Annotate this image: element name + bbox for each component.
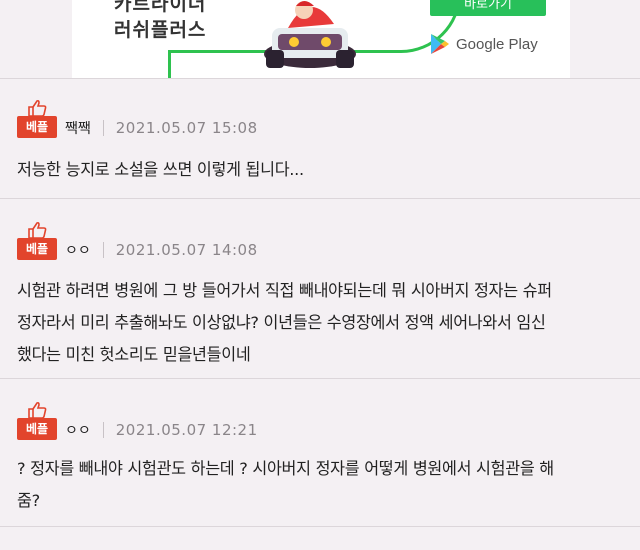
best-reply-label: 베플 (17, 116, 57, 138)
google-play-label: Google Play (456, 35, 538, 53)
comment-nickname[interactable]: 짹짹 (65, 118, 91, 138)
ad-banner-area: 카트라이더 러쉬플러스 바로가기 Google Play (0, 0, 640, 78)
comment-nickname[interactable]: ㅇㅇ (65, 420, 91, 440)
ad-decoration-line (168, 52, 171, 78)
comment-header: 베플 짹짹 2021.05.07 15:08 (17, 99, 258, 139)
best-reply-label: 베플 (17, 238, 57, 260)
ad-banner[interactable]: 카트라이더 러쉬플러스 바로가기 Google Play (72, 0, 570, 78)
kart-illustration-icon (264, 1, 356, 68)
divider (102, 120, 104, 136)
comment-date: 2021.05.07 15:08 (115, 119, 258, 137)
thumbs-up-icon (28, 401, 47, 419)
google-play-icon (431, 34, 449, 54)
ad-cta-button[interactable]: 바로가기 (430, 0, 546, 16)
comment-item: 베플 ㅇㅇ 2021.05.07 12:21 ? 정자를 빼내야 시험관도 하는… (0, 378, 640, 527)
best-reply-label: 베플 (17, 418, 57, 440)
comment-date: 2021.05.07 14:08 (115, 241, 258, 259)
comment-text: 시험관 하려면 병원에 그 방 들어가서 직접 빼내야되는데 뭐 시아버지 정자… (17, 281, 552, 364)
thumbs-up-icon (28, 99, 47, 117)
best-reply-badge: 베플 (17, 401, 57, 441)
divider (102, 422, 104, 438)
divider (102, 242, 104, 258)
comment-nickname[interactable]: ㅇㅇ (65, 240, 91, 260)
comment-text: ? 정자를 빼내야 시험관도 하는데 ? 시아버지 정자를 어떻게 병원에서 시… (17, 459, 554, 510)
comment-text: 저능한 능지로 소설을 쓰면 이렇게 됩니다... (17, 160, 304, 179)
comment-item (0, 526, 640, 550)
google-play-link[interactable]: Google Play (430, 33, 538, 55)
comment-date: 2021.05.07 12:21 (115, 421, 258, 439)
thumbs-up-icon (28, 221, 47, 239)
best-reply-badge: 베플 (17, 221, 57, 261)
comment-item: 베플 짹짹 2021.05.07 15:08 저능한 능지로 소설을 쓰면 이렇… (0, 78, 640, 199)
comment-header: 베플 ㅇㅇ 2021.05.07 12:21 (17, 401, 258, 441)
comment-header: 베플 ㅇㅇ 2021.05.07 14:08 (17, 221, 258, 261)
comment-item: 베플 ㅇㅇ 2021.05.07 14:08 시험관 하려면 병원에 그 방 들… (0, 198, 640, 379)
best-reply-badge: 베플 (17, 99, 57, 139)
